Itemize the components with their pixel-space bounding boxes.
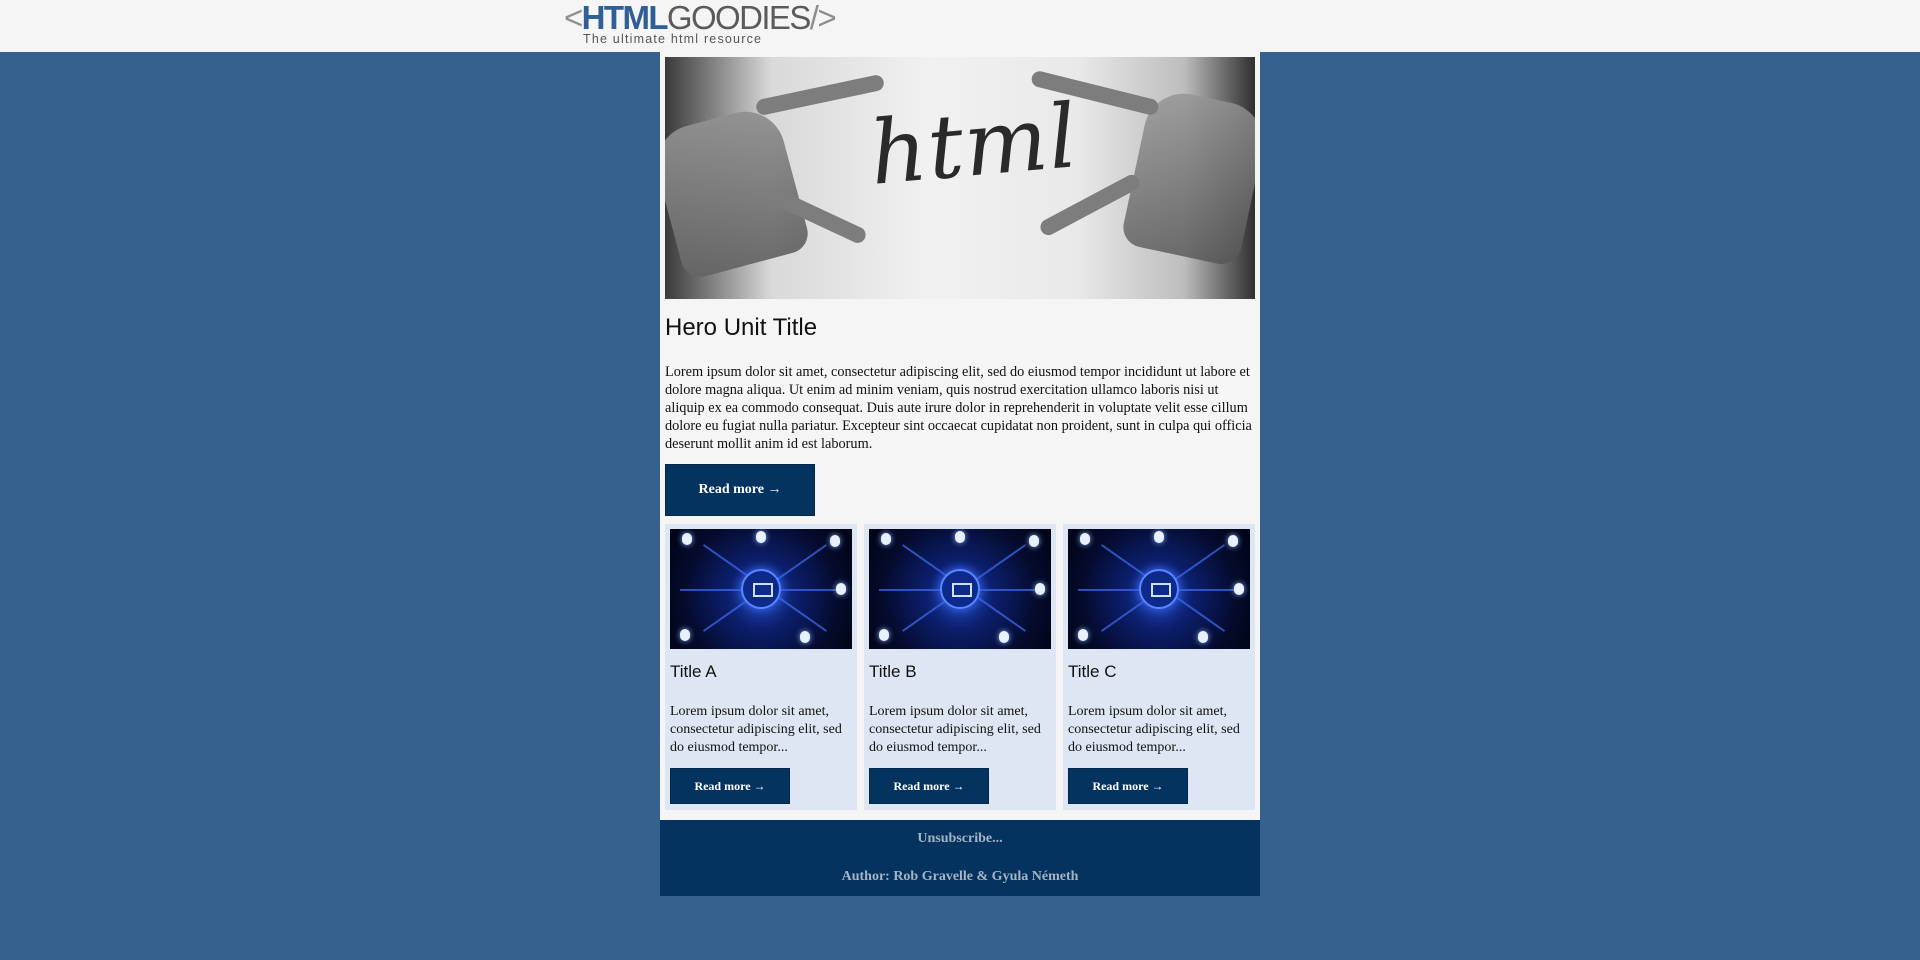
network-node xyxy=(756,531,766,543)
email-footer: Unsubscribe... Author: Rob Gravelle & Gy… xyxy=(660,820,1260,896)
network-node xyxy=(879,629,889,641)
card-b: Title B Lorem ipsum dolor sit amet, cons… xyxy=(864,524,1056,810)
network-node xyxy=(1154,531,1164,543)
network-node xyxy=(1029,535,1039,547)
network-node xyxy=(881,533,891,545)
logo-bracket-close: /> xyxy=(809,0,837,36)
right-hand-shape xyxy=(1119,86,1255,268)
email-content: html Hero Unit Title Lorem ipsum dolor s… xyxy=(660,52,1260,815)
card-body-text: Lorem ipsum dolor sit amet, consectetur … xyxy=(1068,704,1240,755)
network-node xyxy=(1035,583,1045,595)
network-node xyxy=(680,629,690,641)
envelope-icon xyxy=(952,583,972,597)
network-node xyxy=(830,535,840,547)
network-node xyxy=(1228,535,1238,547)
logo-bracket-open: < xyxy=(564,0,583,36)
envelope-icon xyxy=(753,583,773,597)
logo-brand-html: HTML xyxy=(581,0,669,36)
card-body-text: Lorem ipsum dolor sit amet, consectetur … xyxy=(869,704,1041,755)
network-node xyxy=(800,631,810,643)
network-node xyxy=(836,583,846,595)
network-node xyxy=(1078,629,1088,641)
card-a: Title A Lorem ipsum dolor sit amet, cons… xyxy=(665,524,857,810)
author-credit: Author: Rob Gravelle & Gyula Németh xyxy=(841,869,1079,884)
card-read-more-button[interactable]: Read more → xyxy=(670,768,790,804)
email-hub xyxy=(741,569,781,609)
card-image xyxy=(1068,529,1250,649)
site-header: <HTMLGOODIES/> The ultimate html resourc… xyxy=(0,0,1920,52)
network-node xyxy=(999,631,1009,643)
card-body-text: Lorem ipsum dolor sit amet, consectetur … xyxy=(670,704,842,755)
network-node xyxy=(1080,533,1090,545)
envelope-icon xyxy=(1151,583,1171,597)
cards-row: Title A Lorem ipsum dolor sit amet, cons… xyxy=(665,524,1255,810)
network-node xyxy=(1198,631,1208,643)
unsubscribe-link[interactable]: Unsubscribe... xyxy=(660,820,1260,848)
logo-wordmark: <HTMLGOODIES/> xyxy=(564,0,837,36)
card-image xyxy=(670,529,852,649)
email-hub xyxy=(940,569,980,609)
network-node xyxy=(1234,583,1244,595)
card-c: Title C Lorem ipsum dolor sit amet, cons… xyxy=(1063,524,1255,810)
card-image xyxy=(869,529,1051,649)
card-title: Title C xyxy=(1068,662,1117,681)
email-hub xyxy=(1139,569,1179,609)
htmlgoodies-logo[interactable]: <HTMLGOODIES/> The ultimate html resourc… xyxy=(564,0,837,50)
logo-tagline: The ultimate html resource xyxy=(583,32,763,46)
shirt-html-text: html xyxy=(865,84,1082,205)
left-hand-shape xyxy=(665,102,813,282)
card-read-more-button[interactable]: Read more → xyxy=(1068,768,1188,804)
hero-body-text: Lorem ipsum dolor sit amet, consectetur … xyxy=(665,364,1252,452)
network-node xyxy=(955,531,965,543)
email-template: html Hero Unit Title Lorem ipsum dolor s… xyxy=(660,52,1260,896)
card-read-more-button[interactable]: Read more → xyxy=(869,768,989,804)
network-node xyxy=(682,533,692,545)
hero-image: html xyxy=(665,57,1255,299)
card-title: Title A xyxy=(670,662,717,681)
card-title: Title B xyxy=(869,662,917,681)
hero-title: Hero Unit Title xyxy=(665,314,818,341)
logo-brand-goodies: GOODIES xyxy=(666,0,811,36)
hero-read-more-button[interactable]: Read more → xyxy=(665,464,815,516)
